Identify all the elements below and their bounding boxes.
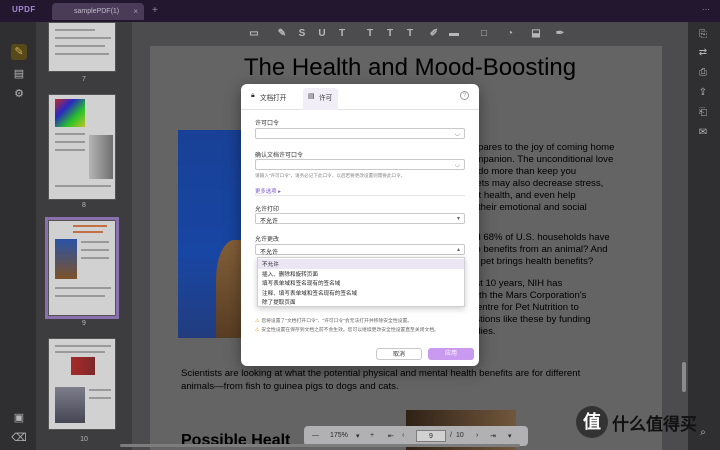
eye-icon: ◡ (454, 162, 460, 168)
watermark-logo-icon: 值 (576, 406, 608, 438)
apply-button[interactable]: 应用 (428, 348, 474, 360)
dropdown-option[interactable]: 除了提取页面 (258, 297, 464, 307)
warning-icon: ⚠ (255, 328, 260, 333)
change-options-dropdown: 不允许 插入、删除和旋转页面 填写表单域和签名现有的签名域 注释、填写表单域和签… (257, 257, 465, 307)
lock-icon: 🔒︎ (251, 92, 255, 99)
chevron-down-icon: ▾ (456, 216, 460, 222)
tab-document-open[interactable]: 🔒︎ 文档打开 (249, 92, 286, 108)
confirm-password-field[interactable]: ◡ (255, 159, 465, 170)
security-dialog: 🔒︎ 文档打开 ▤ 许可 ? 许可口令 ◡ 确认文档许可口令 ◡ 请输入"许可口… (241, 84, 479, 366)
print-label: 允许打印 (255, 207, 280, 213)
dropdown-option[interactable]: 注释、填写表单域和签名现有的签名域 (258, 288, 464, 298)
warning-text-1: ⚠ 您将设置了"文档打开口令"、"许可口令"会无法打开并移除安全性设置。 (255, 319, 413, 324)
change-select[interactable]: 不允许 ▴ (255, 244, 465, 256)
site-watermark: 值 什么值得买 (574, 404, 720, 448)
permission-password-label: 许可口令 (255, 121, 280, 127)
confirm-password-label: 确认文档许可口令 (255, 153, 304, 159)
eye-icon: ◡ (454, 131, 460, 137)
warning-icon: ⚠ (255, 319, 260, 324)
print-select[interactable]: 不允许 ▾ (255, 213, 465, 225)
cancel-button[interactable]: 取消 (376, 348, 422, 360)
watermark-text: 什么值得买 (612, 415, 697, 434)
warning-text-2: ⚠ 安全性设置在保存到文档之前不会生效。您可以继续更改安全性设置直至关闭文档。 (255, 328, 439, 333)
dropdown-option[interactable]: 插入、删除和旋转页面 (258, 269, 464, 279)
document-icon: ▤ (308, 93, 315, 100)
dropdown-option[interactable]: 填写表单域和签名现有的签名域 (258, 278, 464, 288)
tab-permission[interactable]: ▤ 许可 (303, 88, 339, 110)
change-label: 允许更改 (255, 237, 280, 243)
divider (255, 195, 465, 196)
more-options-link[interactable]: 更多选项 ▸ (255, 187, 281, 195)
password-hint: 请输入"许可口令"，请务必记下此口令，以后若要更改设置则需要此口令。 (255, 173, 406, 178)
permission-password-field[interactable]: ◡ (255, 128, 465, 139)
chevron-down-icon: ▴ (456, 247, 460, 253)
help-icon[interactable]: ? (460, 91, 469, 100)
dropdown-option[interactable]: 不允许 (258, 259, 464, 269)
dialog-tabs: 🔒︎ 文档打开 ▤ 许可 ? (241, 84, 479, 110)
